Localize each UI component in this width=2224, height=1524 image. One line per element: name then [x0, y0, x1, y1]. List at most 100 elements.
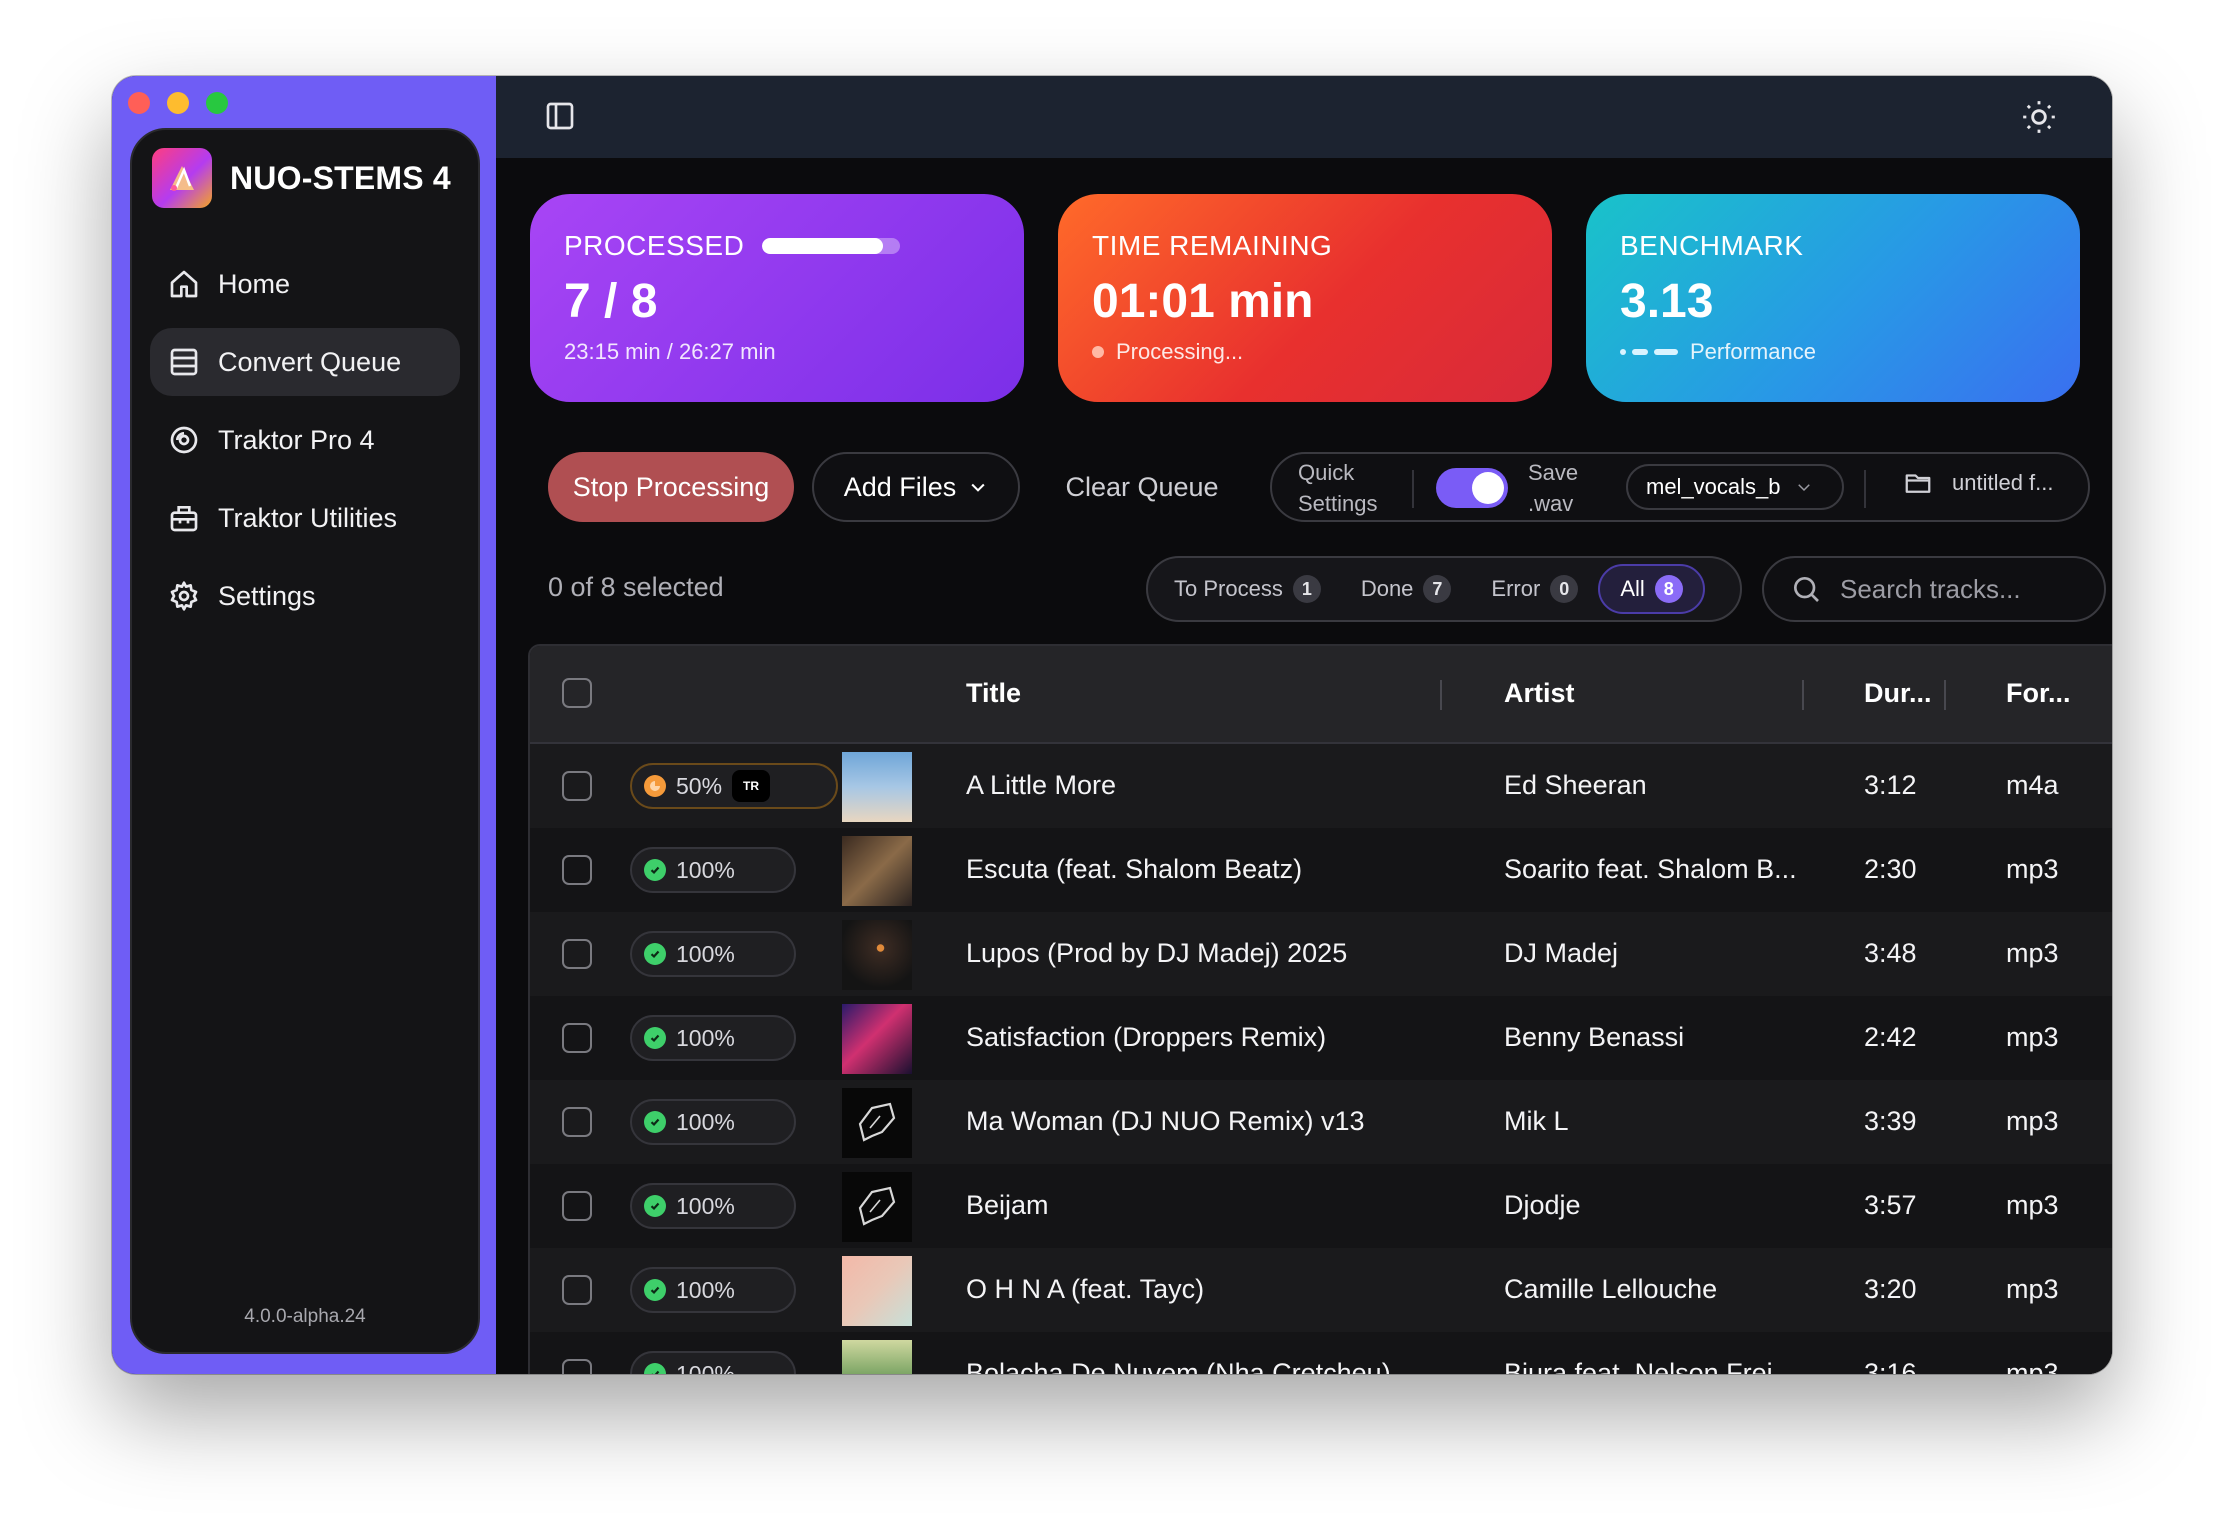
progress-status-pill: 100% [630, 1015, 796, 1061]
row-checkbox[interactable] [562, 1191, 592, 1221]
sidebar-item-traktor-utilities[interactable]: Traktor Utilities [150, 484, 460, 552]
close-window-button[interactable] [128, 92, 150, 114]
check-circle-icon [644, 1027, 666, 1049]
add-files-label: Add Files [843, 471, 957, 502]
top-bar [496, 76, 2112, 158]
filter-to-process[interactable]: To Process 1 [1154, 564, 1341, 614]
row-checkbox[interactable] [562, 855, 592, 885]
processed-label: PROCESSED [564, 230, 745, 261]
benchmark-card: BENCHMARK 3.13 Performance [1586, 194, 2080, 402]
track-artist: Djodje [1504, 1190, 1581, 1220]
toolbox-icon [170, 506, 198, 532]
progress-status-pill: 100% [630, 1351, 796, 1374]
stop-processing-button[interactable]: Stop Processing [548, 452, 794, 522]
model-preset-select[interactable]: mel_vocals_b [1626, 464, 1844, 510]
toggle-sidebar-icon[interactable] [544, 100, 576, 132]
track-title: O H N A (feat. Tayc) [966, 1274, 1205, 1304]
album-art [842, 836, 912, 906]
filter-error[interactable]: Error 0 [1471, 564, 1598, 614]
track-duration: 3:57 [1864, 1190, 1917, 1220]
album-art [842, 1340, 912, 1374]
processed-progress-bar [762, 238, 901, 254]
track-title: Bolacha De Nuvem (Nha Cretcheu) [966, 1358, 1391, 1374]
filter-done[interactable]: Done 7 [1341, 564, 1472, 614]
maximize-window-button[interactable] [206, 92, 228, 114]
processed-progress-fill [762, 238, 884, 254]
track-format: mp3 [2006, 854, 2059, 884]
album-art [842, 1256, 912, 1326]
select-all-checkbox[interactable] [562, 678, 592, 708]
output-folder-button[interactable]: untitled f... [1902, 468, 2054, 498]
performance-dashes-icon [1620, 349, 1678, 355]
column-header-duration[interactable]: Dur... [1864, 678, 1932, 709]
progress-status-pill: 100% [630, 1183, 796, 1229]
filter-label: To Process [1174, 576, 1283, 601]
table-row[interactable]: 100% O H N A (feat. Tayc) Camille Lellou… [530, 1248, 2112, 1332]
progress-value: 100% [676, 1108, 735, 1135]
toggle-knob [1472, 472, 1504, 504]
minimize-window-button[interactable] [167, 92, 189, 114]
track-format: mp3 [2006, 1106, 2059, 1136]
track-table: Title Artist Dur... For... 50% TR A Litt… [528, 644, 2112, 1374]
row-checkbox[interactable] [562, 1359, 592, 1374]
table-row[interactable]: 100% Lupos (Prod by DJ Madej) 2025 DJ Ma… [530, 912, 2112, 996]
row-checkbox[interactable] [562, 1023, 592, 1053]
track-format: m4a [2006, 770, 2059, 800]
album-art [842, 1088, 912, 1158]
table-row[interactable]: 100% Beijam Djodje 3:57 mp3 [530, 1164, 2112, 1248]
save-wav-label: Save .wav [1528, 460, 1579, 516]
column-header-format[interactable]: For... [2006, 678, 2071, 709]
progress-status-pill: 50% TR [630, 763, 838, 809]
progress-status-pill: 100% [630, 1267, 796, 1313]
chevron-down-icon [1797, 484, 1810, 492]
app-name: NUO-STEMS 4 [230, 159, 451, 196]
filter-label: Done [1360, 576, 1414, 601]
track-artist: Ed Sheeran [1504, 770, 1647, 800]
track-title: Beijam [966, 1190, 1049, 1220]
model-preset-value: mel_vocals_b [1646, 474, 1781, 499]
sidebar-item-traktor-pro[interactable]: Traktor Pro 4 [150, 406, 460, 474]
sidebar-item-home[interactable]: Home [150, 250, 460, 318]
app-version: 4.0.0-alpha.24 [244, 1306, 366, 1327]
track-artist: Biura feat. Nelson Frei [1504, 1358, 1773, 1374]
search-box [1762, 556, 2106, 622]
table-row[interactable]: 100% Escuta (feat. Shalom Beatz) Soarito… [530, 828, 2112, 912]
filter-count-badge: 7 [1423, 575, 1452, 603]
time-remaining-status: Processing... [1116, 339, 1244, 364]
track-artist: Benny Benassi [1504, 1022, 1685, 1052]
save-wav-toggle[interactable] [1436, 468, 1508, 508]
column-header-artist[interactable]: Artist [1504, 678, 1575, 709]
column-header-title[interactable]: Title [966, 678, 1021, 709]
table-row[interactable]: 100% Ma Woman (DJ NUO Remix) v13 Mik L 3… [530, 1080, 2112, 1164]
album-art [842, 752, 912, 822]
app-logo-icon [152, 148, 212, 208]
row-checkbox[interactable] [562, 1107, 592, 1137]
table-row[interactable]: 50% TR A Little More Ed Sheeran 3:12 m4a [530, 744, 2112, 828]
table-row[interactable]: 100% Bolacha De Nuvem (Nha Cretcheu) Biu… [530, 1332, 2112, 1374]
theme-toggle-sun-icon[interactable] [2020, 98, 2058, 136]
progress-value: 50% [676, 772, 723, 799]
track-format: mp3 [2006, 1190, 2059, 1220]
track-title: Satisfaction (Droppers Remix) [966, 1022, 1327, 1052]
sidebar-item-settings[interactable]: Settings [150, 562, 460, 630]
row-checkbox[interactable] [562, 1275, 592, 1305]
benchmark-label: BENCHMARK [1620, 230, 1804, 261]
row-checkbox[interactable] [562, 771, 592, 801]
row-checkbox[interactable] [562, 939, 592, 969]
add-files-button[interactable]: Add Files [812, 452, 1020, 522]
track-format: mp3 [2006, 1274, 2059, 1304]
track-duration: 3:39 [1864, 1106, 1917, 1136]
check-circle-icon [644, 1363, 666, 1374]
time-remaining-value: 01:01 min [1092, 275, 1314, 328]
clear-queue-button[interactable]: Clear Queue [1036, 452, 1248, 522]
progress-value: 100% [676, 856, 735, 883]
progress-value: 100% [676, 1276, 735, 1303]
track-duration: 3:20 [1864, 1274, 1917, 1304]
progress-status-pill: 100% [630, 931, 796, 977]
track-format: mp3 [2006, 938, 2059, 968]
benchmark-sub: Performance [1690, 339, 1816, 364]
search-input[interactable] [1840, 573, 2080, 605]
filter-all[interactable]: All 8 [1598, 564, 1705, 614]
sidebar-item-convert-queue[interactable]: Convert Queue [150, 328, 460, 396]
table-row[interactable]: 100% Satisfaction (Droppers Remix) Benny… [530, 996, 2112, 1080]
